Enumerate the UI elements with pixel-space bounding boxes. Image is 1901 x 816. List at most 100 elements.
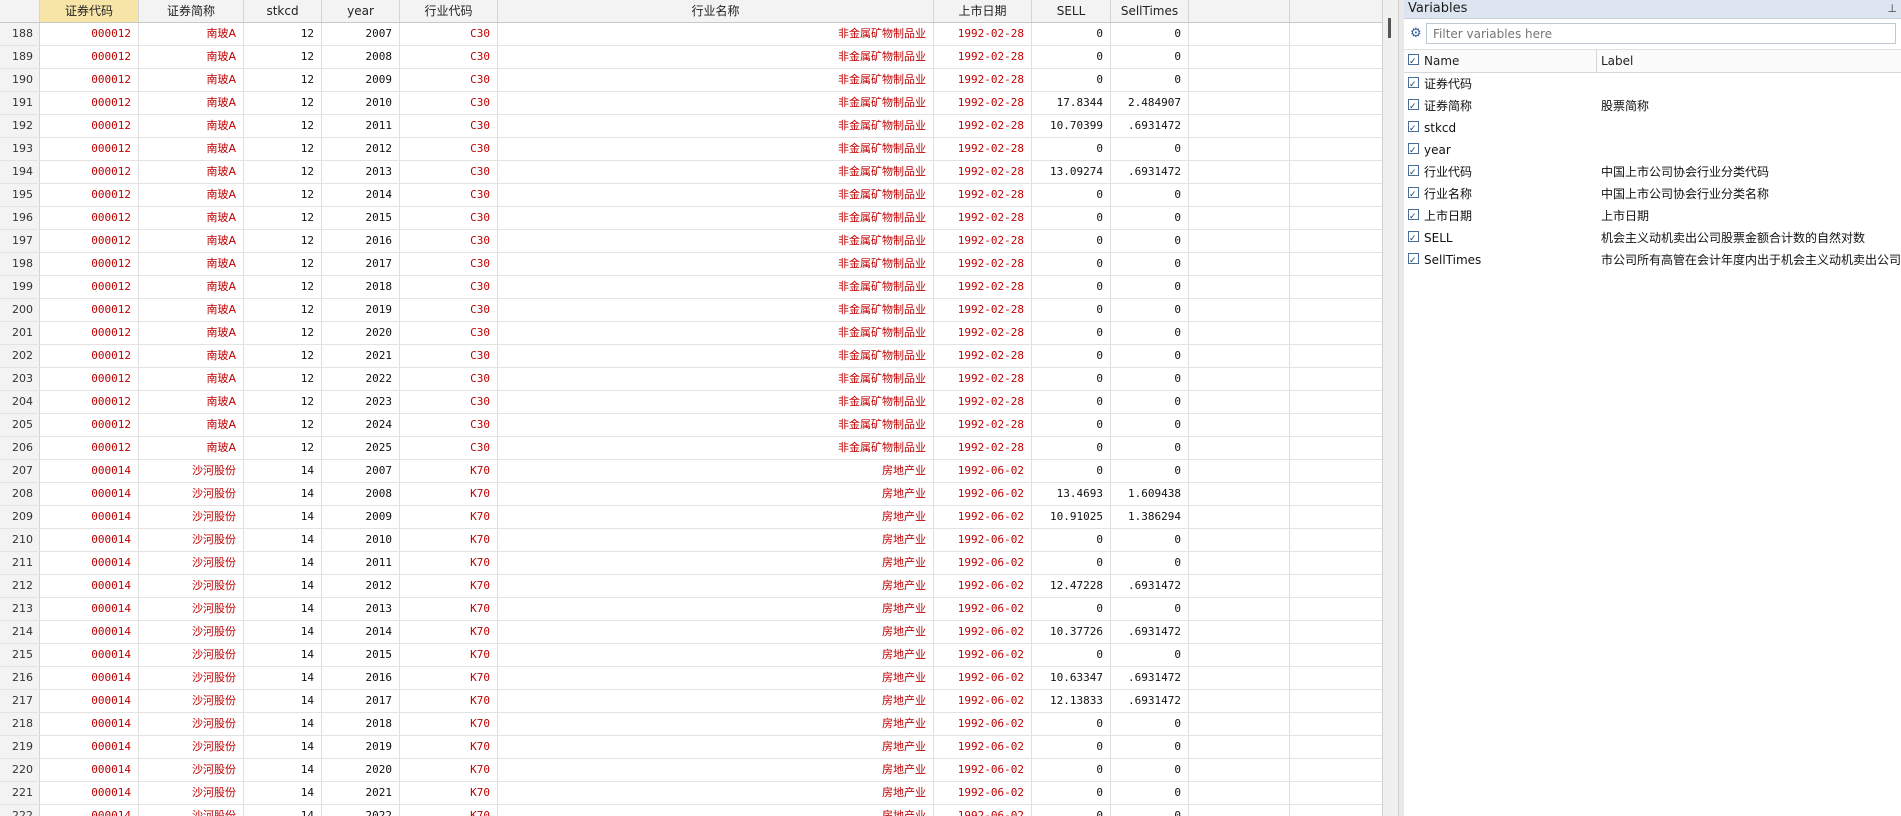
cell-list-date[interactable]: 1992-02-28 xyxy=(934,138,1032,160)
cell-list-date[interactable]: 1992-02-28 xyxy=(934,161,1032,183)
variable-checkbox[interactable] xyxy=(1408,227,1419,249)
empty-cell[interactable] xyxy=(1290,621,1382,643)
variable-checkbox[interactable] xyxy=(1408,95,1419,117)
empty-cell[interactable] xyxy=(1189,299,1290,321)
cell-industry-name[interactable]: 房地产业 xyxy=(498,552,934,574)
cell-industry-name[interactable]: 房地产业 xyxy=(498,644,934,666)
cell-industry-name[interactable]: 房地产业 xyxy=(498,805,934,816)
cell-year[interactable]: 2021 xyxy=(322,782,400,804)
empty-cell[interactable] xyxy=(1290,667,1382,689)
cell-short-name[interactable]: 沙河股份 xyxy=(139,759,244,781)
cell-stkcd[interactable]: 14 xyxy=(244,690,322,712)
cell-stkcd[interactable]: 12 xyxy=(244,230,322,252)
cell-list-date[interactable]: 1992-06-02 xyxy=(934,667,1032,689)
empty-cell[interactable] xyxy=(1189,713,1290,735)
empty-cell[interactable] xyxy=(1189,644,1290,666)
cell-year[interactable]: 2011 xyxy=(322,552,400,574)
cell-code[interactable]: 000012 xyxy=(40,253,139,275)
cell-industry-code[interactable]: C30 xyxy=(400,368,498,390)
table-row[interactable]: 202000012南玻A122021C30非金属矿物制品业1992-02-280… xyxy=(0,345,1382,368)
cell-selltimes[interactable]: 0 xyxy=(1111,529,1189,551)
empty-cell[interactable] xyxy=(1189,115,1290,137)
cell-stkcd[interactable]: 14 xyxy=(244,506,322,528)
cell-short-name[interactable]: 南玻A xyxy=(139,322,244,344)
empty-cell[interactable] xyxy=(1189,46,1290,68)
cell-year[interactable]: 2012 xyxy=(322,138,400,160)
col-header-short-name[interactable]: 证券简称 xyxy=(139,0,244,22)
table-row[interactable]: 201000012南玻A122020C30非金属矿物制品业1992-02-280… xyxy=(0,322,1382,345)
cell-selltimes[interactable]: 0 xyxy=(1111,736,1189,758)
cell-list-date[interactable]: 1992-06-02 xyxy=(934,736,1032,758)
cell-stkcd[interactable]: 12 xyxy=(244,276,322,298)
cell-year[interactable]: 2012 xyxy=(322,575,400,597)
cell-code[interactable]: 000012 xyxy=(40,322,139,344)
empty-cell[interactable] xyxy=(1189,460,1290,482)
cell-industry-code[interactable]: K70 xyxy=(400,644,498,666)
table-row[interactable]: 221000014沙河股份142021K70房地产业1992-06-0200 xyxy=(0,782,1382,805)
cell-short-name[interactable]: 南玻A xyxy=(139,69,244,91)
cell-code[interactable]: 000014 xyxy=(40,483,139,505)
table-row[interactable]: 196000012南玻A122015C30非金属矿物制品业1992-02-280… xyxy=(0,207,1382,230)
cell-stkcd[interactable]: 12 xyxy=(244,69,322,91)
row-number[interactable]: 199 xyxy=(0,276,40,298)
cell-list-date[interactable]: 1992-02-28 xyxy=(934,391,1032,413)
col-header-year[interactable]: year xyxy=(322,0,400,22)
cell-selltimes[interactable]: 0 xyxy=(1111,437,1189,459)
col-header-list-date[interactable]: 上市日期 xyxy=(934,0,1032,22)
empty-cell[interactable] xyxy=(1189,759,1290,781)
table-row[interactable]: 194000012南玻A122013C30非金属矿物制品业1992-02-281… xyxy=(0,161,1382,184)
cell-industry-code[interactable]: K70 xyxy=(400,506,498,528)
cell-stkcd[interactable]: 14 xyxy=(244,782,322,804)
empty-cell[interactable] xyxy=(1290,736,1382,758)
empty-cell[interactable] xyxy=(1290,138,1382,160)
empty-cell[interactable] xyxy=(1189,138,1290,160)
cell-selltimes[interactable]: 0 xyxy=(1111,322,1189,344)
cell-selltimes[interactable]: .6931472 xyxy=(1111,621,1189,643)
scrollbar-thumb[interactable] xyxy=(1388,18,1391,38)
table-row[interactable]: 195000012南玻A122014C30非金属矿物制品业1992-02-280… xyxy=(0,184,1382,207)
col-header-code[interactable]: 证券代码 xyxy=(40,0,139,22)
cell-short-name[interactable]: 沙河股份 xyxy=(139,690,244,712)
cell-list-date[interactable]: 1992-06-02 xyxy=(934,805,1032,816)
table-row[interactable]: 198000012南玻A122017C30非金属矿物制品业1992-02-280… xyxy=(0,253,1382,276)
table-row[interactable]: 192000012南玻A122011C30非金属矿物制品业1992-02-281… xyxy=(0,115,1382,138)
cell-code[interactable]: 000014 xyxy=(40,667,139,689)
table-row[interactable]: 200000012南玻A122019C30非金属矿物制品业1992-02-280… xyxy=(0,299,1382,322)
cell-selltimes[interactable]: 0 xyxy=(1111,759,1189,781)
cell-industry-name[interactable]: 房地产业 xyxy=(498,759,934,781)
cell-industry-code[interactable]: C30 xyxy=(400,207,498,229)
cell-stkcd[interactable]: 14 xyxy=(244,713,322,735)
cell-sell[interactable]: 0 xyxy=(1032,69,1111,91)
col-header-selltimes[interactable]: SellTimes xyxy=(1111,0,1189,22)
empty-cell[interactable] xyxy=(1189,529,1290,551)
cell-industry-name[interactable]: 非金属矿物制品业 xyxy=(498,437,934,459)
cell-industry-name[interactable]: 非金属矿物制品业 xyxy=(498,276,934,298)
cell-short-name[interactable]: 南玻A xyxy=(139,161,244,183)
empty-cell[interactable] xyxy=(1189,207,1290,229)
variable-checkbox[interactable] xyxy=(1408,73,1419,95)
table-row[interactable]: 193000012南玻A122012C30非金属矿物制品业1992-02-280… xyxy=(0,138,1382,161)
cell-sell[interactable]: 0 xyxy=(1032,322,1111,344)
empty-cell[interactable] xyxy=(1189,736,1290,758)
cell-industry-name[interactable]: 房地产业 xyxy=(498,575,934,597)
cell-year[interactable]: 2017 xyxy=(322,690,400,712)
row-number[interactable]: 196 xyxy=(0,207,40,229)
cell-industry-code[interactable]: K70 xyxy=(400,598,498,620)
cell-stkcd[interactable]: 14 xyxy=(244,759,322,781)
cell-selltimes[interactable]: 0 xyxy=(1111,184,1189,206)
cell-sell[interactable]: 0 xyxy=(1032,23,1111,45)
table-row[interactable]: 205000012南玻A122024C30非金属矿物制品业1992-02-280… xyxy=(0,414,1382,437)
empty-cell[interactable] xyxy=(1290,552,1382,574)
empty-cell[interactable] xyxy=(1290,782,1382,804)
cell-list-date[interactable]: 1992-06-02 xyxy=(934,529,1032,551)
cell-stkcd[interactable]: 12 xyxy=(244,299,322,321)
cell-sell[interactable]: 0 xyxy=(1032,46,1111,68)
pin-icon[interactable]: ⊥ xyxy=(1887,0,1897,18)
cell-selltimes[interactable]: 0 xyxy=(1111,69,1189,91)
cell-stkcd[interactable]: 12 xyxy=(244,184,322,206)
cell-list-date[interactable]: 1992-02-28 xyxy=(934,92,1032,114)
cell-industry-name[interactable]: 房地产业 xyxy=(498,598,934,620)
variable-checkbox[interactable] xyxy=(1408,183,1419,205)
cell-selltimes[interactable]: .6931472 xyxy=(1111,161,1189,183)
cell-short-name[interactable]: 南玻A xyxy=(139,138,244,160)
